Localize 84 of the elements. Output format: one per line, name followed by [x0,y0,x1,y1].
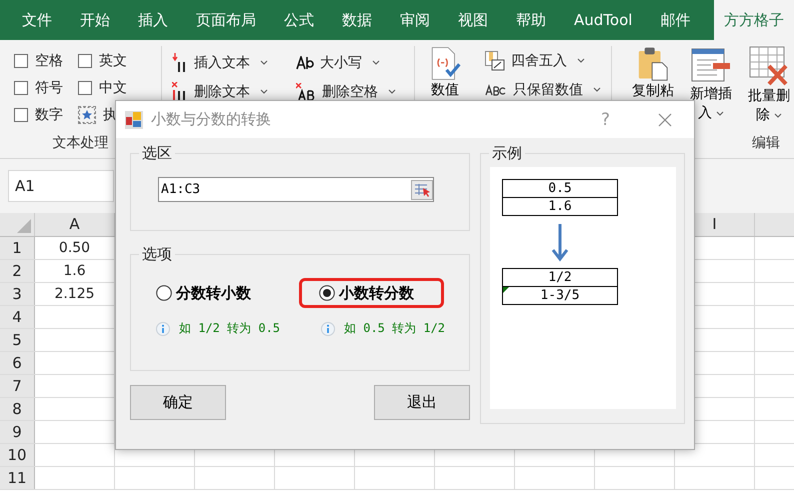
info-icon [156,322,170,336]
row-header[interactable]: 1 [0,237,35,259]
group-label: 文本处理 [52,134,110,152]
checkbox-label: 空格 [35,52,63,70]
ribbon-tab[interactable]: 公式 [270,0,328,40]
info-icon [321,322,335,336]
checkbox[interactable] [14,54,28,68]
row-header[interactable]: 9 [0,421,35,443]
checkbox[interactable] [14,81,28,95]
hint-text: 如 1/2 转为 0.5 [179,320,280,337]
table-cell-text: 0.5 [547,180,573,197]
clipboard-icon [637,46,669,81]
close-icon[interactable] [658,112,672,126]
ribbon-button[interactable]: 插入文本 [162,48,286,77]
row-header[interactable]: 3 [0,283,35,305]
dialog-button[interactable]: 退出 [374,385,470,420]
ribbon-tab[interactable]: 插入 [124,0,182,40]
abc-icon [485,84,508,96]
app-icon [125,110,143,128]
window-insert-icon [691,46,731,84]
caret-icon [388,89,396,94]
range-field[interactable]: A1:C3 [158,177,434,202]
down-arrow-icon [550,222,570,262]
row-header[interactable]: 7 [0,375,35,397]
window-title: 小数与分数的转换 [151,110,271,129]
table-delete-icon [749,46,789,86]
ribbon-button[interactable]: 批量删 除 [744,46,794,125]
caret-icon [372,60,380,65]
group-label: 示例 [491,144,523,163]
ribbon-tab[interactable]: 帮助 [502,0,560,40]
document-check-icon [429,46,462,81]
radio-icon[interactable] [319,285,335,301]
group-label: 选项 [141,245,173,264]
name-box[interactable]: A1 [8,170,114,202]
caret-icon [260,60,268,65]
ribbon-tab[interactable]: AudTool [560,0,646,40]
checkbox-label: 英文 [99,52,127,70]
table-cell: 1.6 [503,197,617,215]
ribbon-button[interactable]: 只保留数值 [475,75,602,104]
ribbon-tab[interactable]: 视图 [444,0,502,40]
row-header[interactable]: 5 [0,329,35,351]
row-header[interactable]: 10 [0,444,35,466]
ribbon-tab[interactable]: 审阅 [386,0,444,40]
radio-option[interactable]: 小数转分数 [299,278,444,308]
caret-icon [260,89,268,94]
checkbox[interactable] [78,54,92,68]
row-header[interactable]: 2 [0,260,35,282]
ribbon-button[interactable]: 新增插 入 [686,46,736,123]
ribbon-tab[interactable]: 方方格子 [714,0,794,40]
table-cell: 1-3/5 [503,286,617,304]
checkbox-label: 符号 [35,79,63,97]
letter-case-icon [296,56,314,70]
ribbon-button[interactable]: 复制粘 [628,46,678,101]
ribbon-tab[interactable]: 文件 [8,0,66,40]
ribbon-button[interactable]: 删除空格 [286,77,414,106]
ribbon-button[interactable]: 数值 [415,46,476,126]
dialog-button[interactable]: 确定 [130,385,226,420]
radio-icon[interactable] [156,285,172,301]
row-header[interactable]: 8 [0,398,35,420]
ribbon-tab[interactable]: 开始 [66,0,124,40]
ribbon-tab[interactable]: 邮件 [646,0,704,40]
checkbox-label: 数字 [35,106,63,124]
ribbon-button[interactable]: 大小写 [286,48,414,77]
checkbox-label: 中文 [99,79,127,97]
remove-spaces-icon [296,82,316,100]
row-header[interactable]: 4 [0,306,35,328]
table-percent-icon [485,50,506,70]
radio-option[interactable]: 分数转小数 [145,278,262,308]
ribbon-button[interactable]: 删除文本 [162,77,286,106]
ribbon-button[interactable]: 四舍五入 [475,46,602,75]
row-header[interactable]: 11 [0,467,35,489]
caret-icon [593,87,602,92]
group-label: 选区 [141,144,173,163]
range-picker-icon[interactable] [411,180,433,200]
table-cell-text: 1/2 [547,269,573,286]
star-icon[interactable] [78,106,96,124]
checkbox[interactable] [14,108,28,122]
caret-icon [577,58,586,63]
row-header[interactable]: 6 [0,352,35,374]
ribbon-tab[interactable]: 数据 [328,0,386,40]
hint-text: 如 0.5 转为 1/2 [344,320,446,337]
group-label: 编辑 [752,134,780,152]
ribbon-tab[interactable]: 页面布局 [182,0,270,40]
checkbox[interactable] [78,81,92,95]
